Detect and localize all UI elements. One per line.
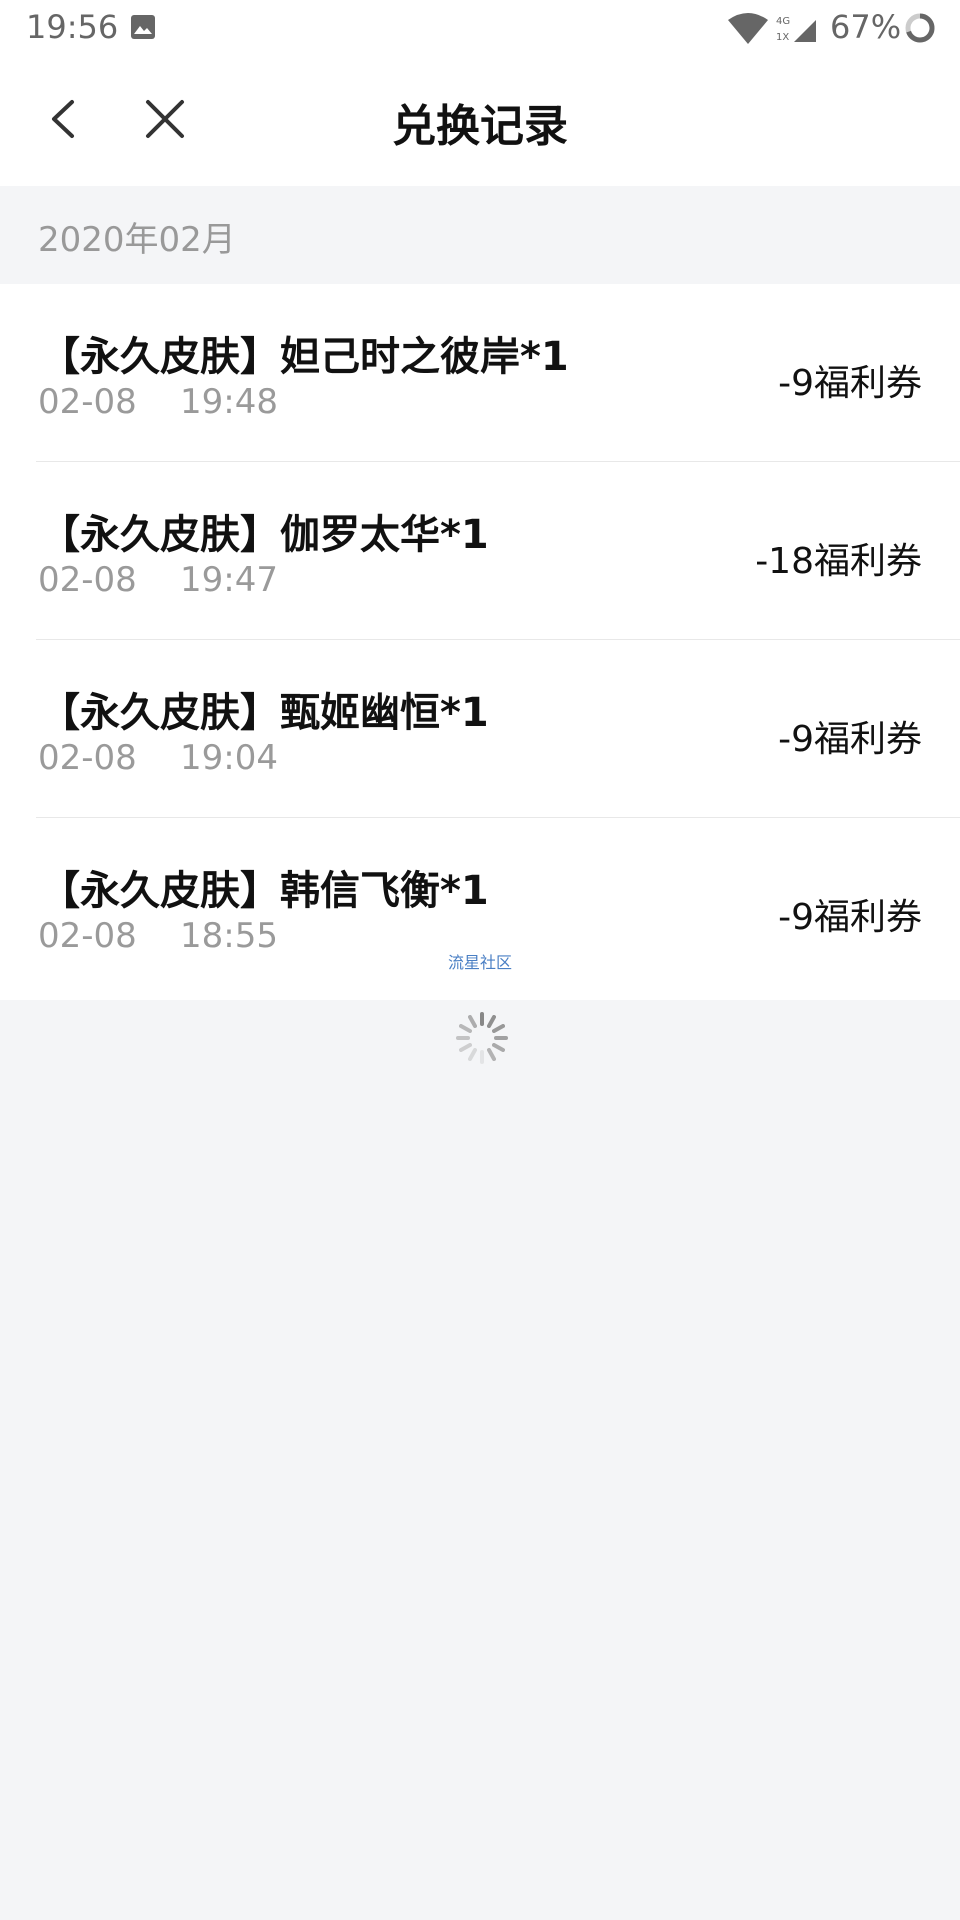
record-timestamp: 02-08 19:04 (38, 738, 278, 778)
watermark: 流星社区 (448, 953, 513, 972)
record-time: 19:47 (180, 560, 279, 600)
record-date: 02-08 (38, 738, 137, 778)
battery-percentage: 67% (830, 8, 902, 46)
record-date: 02-08 (38, 560, 137, 600)
svg-text:4G: 4G (776, 16, 790, 27)
list-item[interactable]: 【永久皮肤】甄姬幽恒*1 02-08 19:04 -9福利券 (0, 640, 960, 818)
record-time: 19:48 (180, 382, 279, 422)
record-amount: -9福利券 (778, 363, 922, 404)
wifi-icon (728, 13, 768, 44)
month-section-header: 2020年02月 (0, 186, 960, 284)
navigation-bar: 兑换记录 (0, 56, 960, 186)
loading-spinner-icon (456, 1012, 508, 1064)
svg-text:1X: 1X (776, 32, 789, 43)
list-item[interactable]: 【永久皮肤】妲己时之彼岸*1 02-08 19:48 -9福利券 (0, 284, 960, 462)
record-amount: -9福利券 (778, 897, 922, 938)
exchange-record-list: 【永久皮肤】妲己时之彼岸*1 02-08 19:48 -9福利券 【永久皮肤】伽… (0, 284, 960, 1000)
record-title: 【永久皮肤】甄姬幽恒*1 (40, 690, 489, 736)
status-time: 19:56 (26, 8, 119, 46)
record-timestamp: 02-08 19:47 (38, 560, 278, 600)
record-timestamp: 02-08 18:55 (38, 916, 278, 956)
record-time: 18:55 (180, 916, 279, 956)
record-timestamp: 02-08 19:48 (38, 382, 278, 422)
month-label: 2020年02月 (38, 220, 236, 260)
record-date: 02-08 (38, 382, 137, 422)
record-date: 02-08 (38, 916, 137, 956)
list-item[interactable]: 【永久皮肤】伽罗太华*1 02-08 19:47 -18福利券 (0, 462, 960, 640)
page-title: 兑换记录 (392, 101, 568, 152)
record-time: 19:04 (180, 738, 279, 778)
battery-icon (905, 13, 935, 43)
record-amount: -9福利券 (778, 719, 922, 760)
signal-icon: 4G 1X (776, 16, 816, 43)
gallery-icon (131, 15, 155, 39)
record-title: 【永久皮肤】妲己时之彼岸*1 (40, 334, 569, 380)
record-title: 【永久皮肤】韩信飞衡*1 (40, 868, 489, 914)
status-bar: 19:56 4G 1X 67% (0, 0, 960, 56)
record-amount: -18福利券 (755, 541, 922, 582)
record-title: 【永久皮肤】伽罗太华*1 (40, 512, 489, 558)
